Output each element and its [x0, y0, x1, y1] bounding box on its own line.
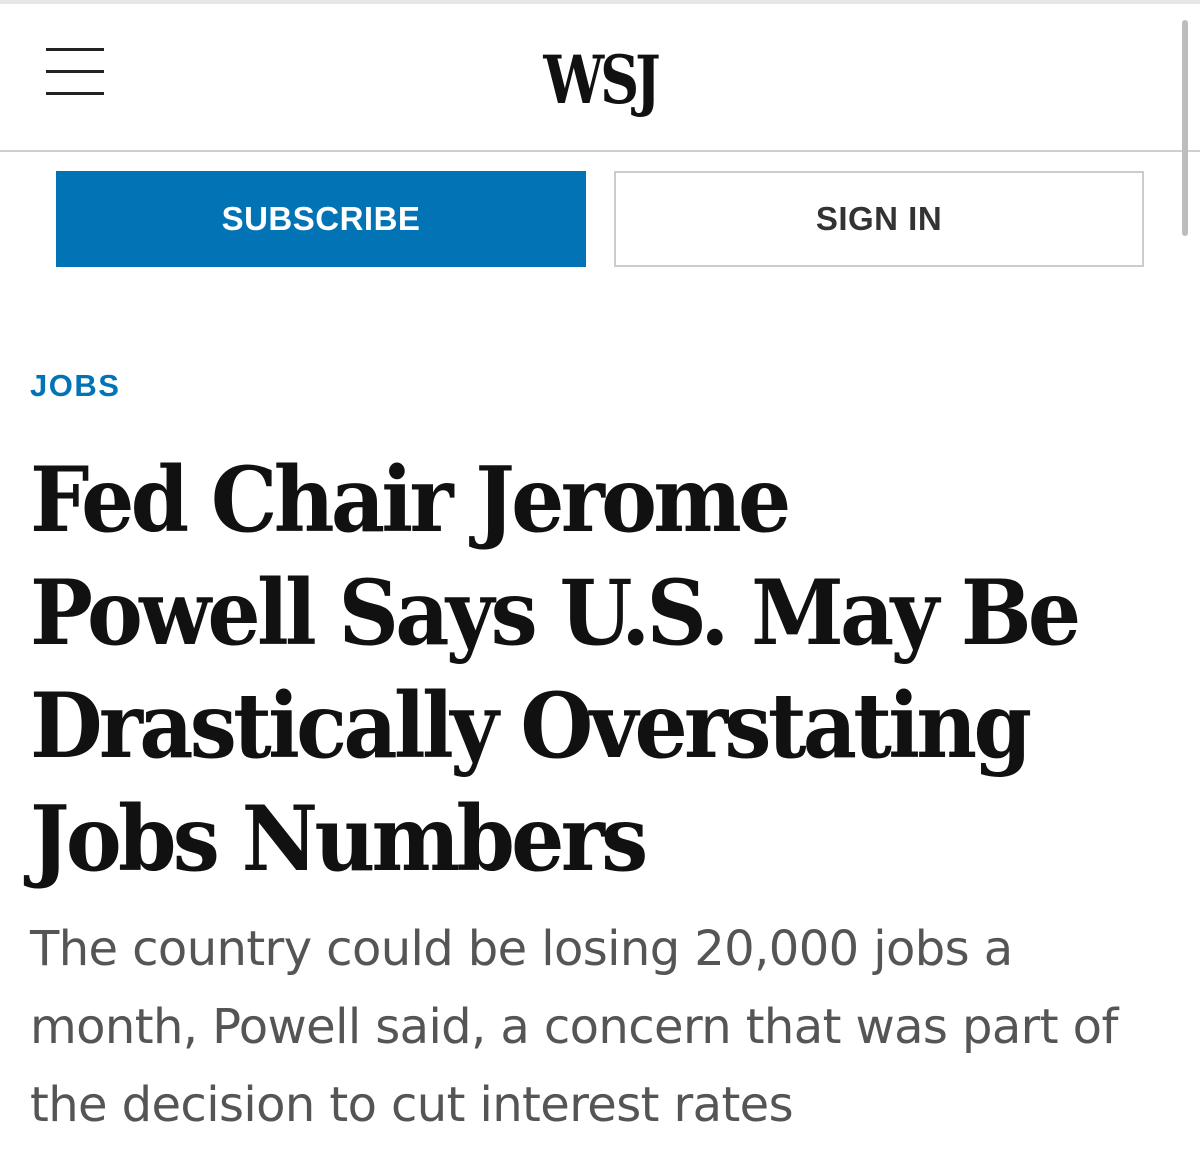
- site-header: WSJ: [0, 4, 1200, 152]
- menu-bar-line: [46, 92, 104, 95]
- sign-in-button[interactable]: SIGN IN: [614, 171, 1144, 267]
- scrollbar[interactable]: [1182, 20, 1188, 236]
- menu-bar-line: [46, 70, 104, 73]
- section-label[interactable]: JOBS: [30, 366, 120, 406]
- article-headline: Fed Chair Jerome Powell Says U.S. May Be…: [30, 447, 1081, 892]
- hamburger-menu-icon[interactable]: [46, 48, 104, 98]
- article-dek: The country could be losing 20,000 jobs …: [30, 921, 1118, 1133]
- wsj-logo[interactable]: WSJ: [108, 40, 1092, 120]
- menu-bar-line: [46, 48, 104, 51]
- subscribe-button[interactable]: SUBSCRIBE: [56, 171, 586, 267]
